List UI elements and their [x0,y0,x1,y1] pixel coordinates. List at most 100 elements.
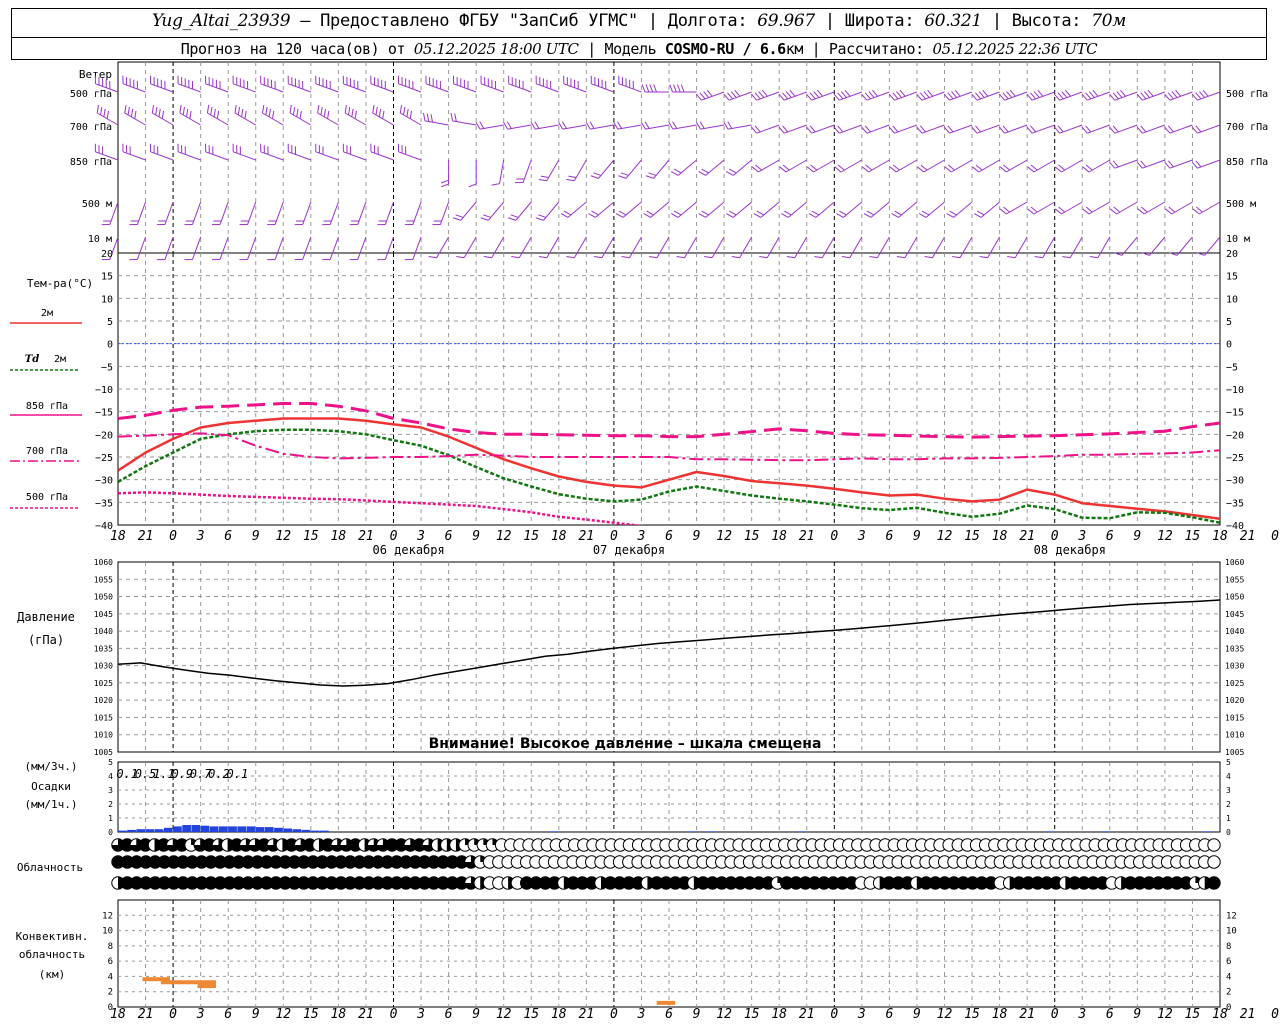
conv-ytick: 0 [108,1003,113,1013]
wind-barb-feather [695,93,702,101]
x-tick-label: 6 [445,529,453,544]
wind-barb-feather [704,256,713,259]
wind-barb-feather [645,84,650,93]
x-tick-label-bottom: 3 [196,1007,205,1022]
x-tick-label-bottom: 18 [771,1007,787,1022]
wind-barb-feather [1062,256,1071,259]
wind-barb-feather [888,93,895,101]
x-tick-label-bottom: 9 [1133,1007,1141,1022]
wind-barb [384,236,394,260]
precip-bar [292,829,302,832]
temp-ytick-right: −35 [1226,498,1244,509]
precip-bar [145,829,155,832]
wind-barb-feather [1140,92,1147,100]
x-tick-label: 15 [964,529,980,544]
wind-barb-feather [754,92,761,100]
wind-barb-feather [1057,92,1064,100]
wind-barb-feather [896,91,902,98]
wind-barb-feather [538,256,547,259]
wind-barb-feather [428,256,437,259]
x-tick-label-bottom: 21 [1240,1007,1256,1022]
precip-bar [200,825,210,832]
wind-barb-feather [262,105,265,114]
precip-bar [219,826,228,832]
wind-barb [573,236,587,259]
wind-barb-feather [468,183,477,188]
wind-barb-feather [299,110,302,119]
wind-barb-feather [1109,93,1116,101]
wind-barb-feather [320,106,323,116]
wind-barb-feather [816,89,823,97]
wind-barb-feather [210,106,213,116]
wind-barb-feather [761,89,768,97]
pressure-ytick-right: 1020 [1225,696,1244,705]
pressure-ytick: 1010 [94,731,113,740]
temp-ytick: −35 [95,498,113,509]
precip-bar [264,827,274,832]
temp-ytick: 15 [101,272,113,283]
x-tick-label: 21 [579,529,595,544]
pressure-ytick: 1020 [94,696,113,705]
wind-barb [711,236,725,259]
wind-barb-feather [649,84,654,93]
x-tick-label-bottom: 0 [1271,1007,1279,1022]
temp-ytick-right: 5 [1226,317,1232,328]
wind-barb-feather [727,121,733,129]
wind-barb-feather [808,213,817,218]
wind-level-label: 500 м [82,199,112,210]
wind-barb-feather [1007,256,1016,259]
wind-barb [247,236,257,260]
precip-bar [1100,831,1110,832]
wind-barb [1042,236,1056,259]
x-tick-label: 12 [716,529,732,544]
wind-barb-feather [440,183,449,188]
wind-barb-feather [810,164,818,171]
precip-ytick: 2 [108,800,113,809]
wind-barb-feather [807,166,814,173]
wind-barb-feather [864,125,871,133]
x-tick-label-bottom: 0 [830,1007,838,1022]
wind-barb-feather [917,166,925,173]
wind-barb-feather [1058,206,1066,213]
wind-barb-feather [889,166,897,173]
pressure-ytick: 1060 [94,558,113,567]
wind-barb [329,236,339,260]
wind-barb-feather [1085,92,1092,100]
wind-barb-feather [786,256,795,259]
wind-barb-feather [430,114,434,123]
wind-barb-feather [726,171,734,176]
wind-barb-feather [916,93,923,101]
td-legend-label: Td [25,354,39,365]
wind-barb-feather [670,213,679,218]
wind-barb-feather [973,213,982,218]
wind-barb-feather [1195,160,1202,168]
x-tick-label: 0 [610,529,618,544]
wind-barb-feather [538,179,547,182]
wind-barb-feather [948,164,955,171]
wind-barb-feather [540,175,549,178]
wind-barb [959,236,973,259]
precip-bar [209,826,219,832]
wind-barb-feather [896,256,906,259]
wind-barb-feather [440,179,449,184]
wind-barb-feather [1191,161,1198,169]
wind-barb-feather [891,213,899,218]
x-tick-label-bottom: 18 [331,1007,347,1022]
x-tick-label: 18 [1212,529,1228,544]
wind-barb-feather [158,108,161,117]
x-tick-label: 3 [416,529,425,544]
wind-barb-feather [1003,164,1011,171]
wind-barb-feather [382,110,385,119]
wind-barb-feather [151,105,155,114]
wind-barb-feather [730,91,737,98]
x-tick-label-bottom: 3 [637,1007,646,1022]
x-tick-label: 9 [913,529,921,544]
precip-title: Осадки [31,780,71,793]
wind-barb-feather [406,108,409,117]
wind-barb-feather [670,171,679,176]
temp-ytick-right: −10 [1226,385,1244,396]
wind-barb-feather [454,113,457,122]
x-tick-label-bottom: 3 [1077,1007,1086,1022]
wind-barb-feather [698,171,706,176]
wind-barb-feather [836,213,844,218]
